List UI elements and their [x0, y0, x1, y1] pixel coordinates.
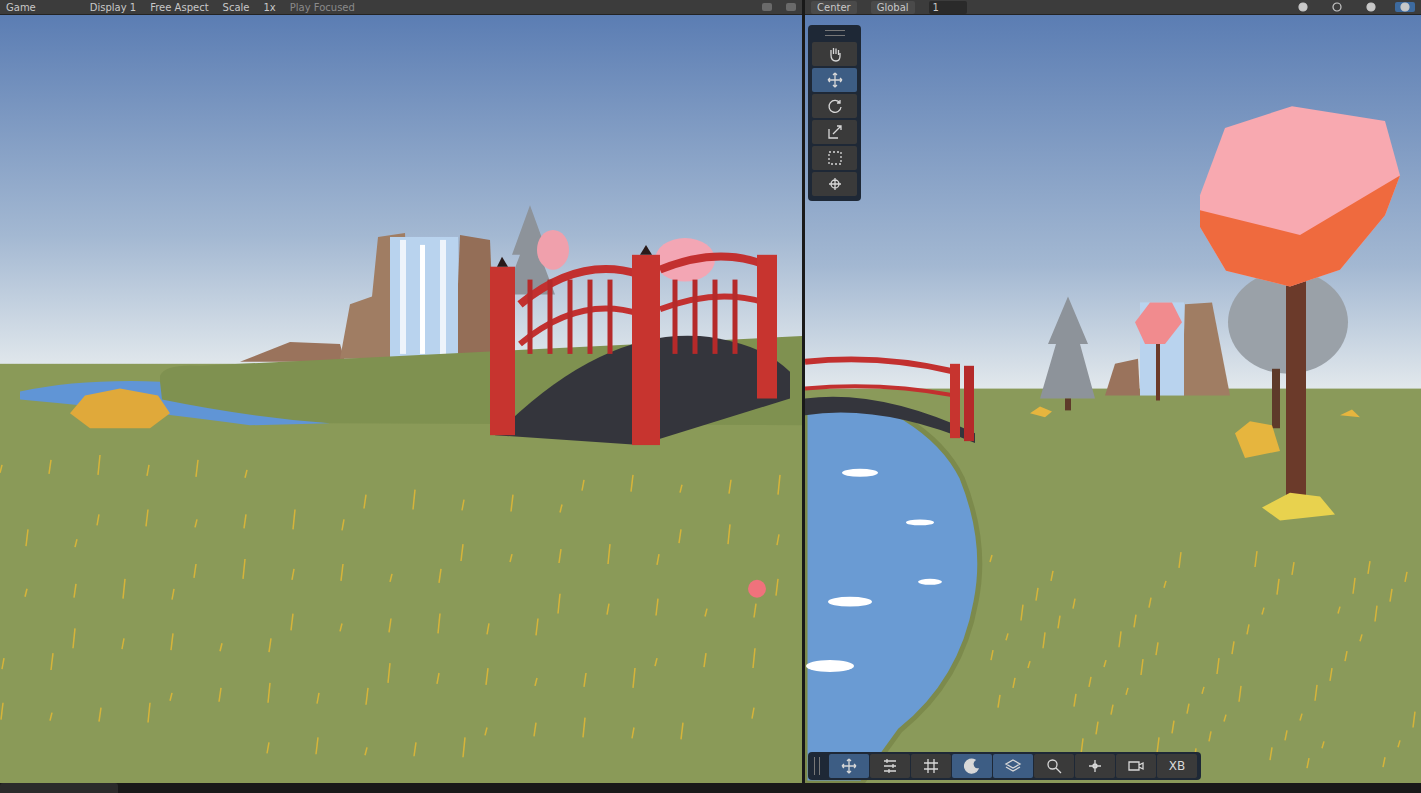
rotate-tool[interactable] — [812, 94, 857, 118]
lighting-icon — [963, 757, 981, 775]
wire-icon — [1331, 2, 1343, 12]
overlay-label: XB — [1163, 759, 1191, 773]
move-icon — [826, 71, 844, 89]
settings-icon — [881, 757, 899, 775]
ground — [805, 389, 1421, 783]
layers-overlay-button[interactable] — [993, 754, 1033, 778]
cherry-tree — [537, 230, 569, 270]
grid-overlay-button[interactable] — [911, 754, 951, 778]
solid-icon — [1365, 2, 1377, 12]
aspect-dropdown[interactable]: Free Aspect — [150, 1, 208, 14]
stats-icon[interactable] — [762, 3, 772, 11]
rect-icon — [826, 149, 844, 167]
globe-icon — [1297, 2, 1309, 12]
space-dropdown[interactable]: Global — [871, 1, 915, 14]
bottom-tab[interactable] — [0, 783, 118, 793]
play-mode-dropdown[interactable]: Play Focused — [290, 1, 355, 14]
game-toolbar: Game Display 1 Free Aspect Scale 1x Play Focu… — [0, 0, 802, 15]
yellow-rock — [1340, 409, 1360, 417]
cherry-tree-large — [1200, 106, 1400, 520]
move-tool[interactable] — [812, 68, 857, 92]
lit-icon — [1399, 2, 1411, 12]
rocks — [1105, 302, 1230, 395]
pivot-overlay-button[interactable] — [1075, 754, 1115, 778]
pivot-icon — [1086, 757, 1104, 775]
tool-palette[interactable] — [808, 25, 861, 201]
palette-grip[interactable] — [825, 30, 845, 36]
game-view: Game Display 1 Free Aspect Scale 1x Play Focu… — [0, 0, 802, 783]
pivot-dropdown[interactable]: Center — [811, 1, 857, 14]
scene-canvas — [805, 15, 1421, 783]
overlay-toolbar: XB — [808, 752, 1201, 780]
layers-icon — [1004, 757, 1022, 775]
text-overlay-button[interactable]: XB — [1157, 754, 1197, 778]
lighting-overlay-button[interactable] — [952, 754, 992, 778]
sky — [805, 15, 1421, 401]
waterfall — [390, 237, 458, 359]
game-scene — [0, 15, 802, 783]
rocks — [240, 233, 495, 362]
scale-icon — [826, 123, 844, 141]
overlay-grip[interactable] — [814, 757, 820, 775]
sky — [0, 15, 802, 382]
yellow-rock — [1235, 421, 1280, 458]
hand-tool[interactable] — [812, 42, 857, 66]
yellow-rock — [70, 389, 170, 429]
river — [20, 381, 330, 425]
bottom-bar — [0, 783, 1421, 793]
scale-tool[interactable] — [812, 120, 857, 144]
display-dropdown[interactable]: Display 1 — [90, 1, 136, 14]
yellow-rock — [1030, 406, 1052, 417]
wire-view-button[interactable] — [1327, 2, 1347, 12]
river — [805, 406, 980, 783]
camera-icon — [1127, 757, 1145, 775]
grass-blades — [990, 551, 1415, 774]
scene-view: Center Global 1 XB — [805, 0, 1421, 783]
scale-label: Scale — [223, 1, 250, 14]
river-foam — [806, 469, 942, 672]
rotate-icon — [826, 97, 844, 115]
game-render — [0, 15, 802, 783]
hand-icon — [826, 45, 844, 63]
grid-snap-field[interactable]: 1 — [929, 1, 967, 14]
scene-render: XB — [805, 15, 1421, 783]
editor-views: Game Display 1 Free Aspect Scale 1x Play Focu… — [0, 0, 1421, 783]
cherry-tree — [1135, 302, 1182, 344]
move-overlay-button[interactable] — [829, 754, 869, 778]
scale-value[interactable]: 1x — [263, 1, 275, 14]
lit-view-button[interactable] — [1395, 2, 1415, 12]
transform-tool[interactable] — [812, 172, 857, 196]
pine-tree — [1040, 296, 1095, 398]
move-icon — [840, 757, 858, 775]
tree-trunk — [1272, 369, 1280, 428]
transform-icon — [826, 175, 844, 193]
bridge — [805, 359, 975, 443]
settings-overlay-button[interactable] — [870, 754, 910, 778]
scene-toolbar: Center Global 1 — [805, 0, 1421, 15]
unity-editor: Game Display 1 Free Aspect Scale 1x Play Focu… — [0, 0, 1421, 793]
search-overlay-button[interactable] — [1034, 754, 1074, 778]
grid-icon — [922, 757, 940, 775]
solid-view-button[interactable] — [1361, 2, 1381, 12]
game-tab[interactable]: Game — [6, 1, 76, 14]
globe-view-button[interactable] — [1293, 2, 1313, 12]
tree-trunk — [1156, 344, 1160, 400]
search-icon — [1045, 757, 1063, 775]
camera-overlay-button[interactable] — [1116, 754, 1156, 778]
tree-trunk — [1065, 399, 1071, 411]
menu-icon[interactable] — [786, 3, 796, 11]
grass-blades — [0, 455, 780, 757]
rect-tool[interactable] — [812, 146, 857, 170]
petal — [748, 580, 766, 598]
bridge — [490, 245, 790, 445]
